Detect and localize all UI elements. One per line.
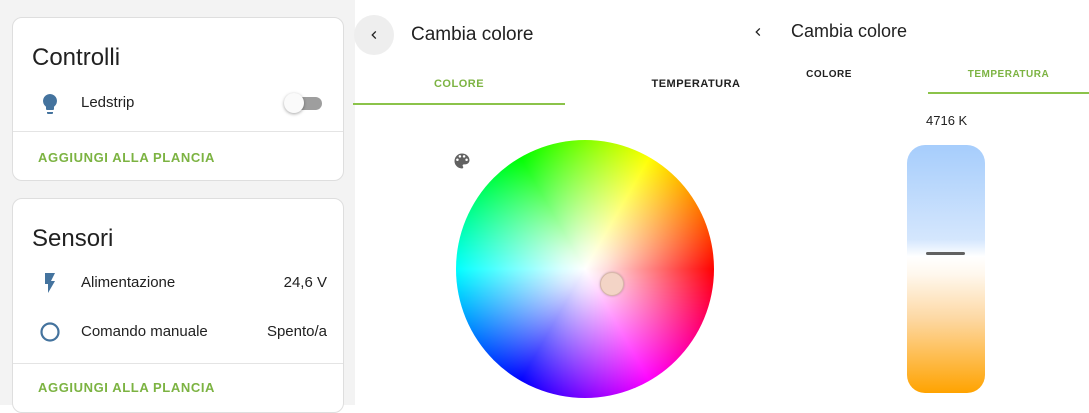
card-divider bbox=[13, 131, 343, 132]
color-wheel-handle[interactable] bbox=[600, 272, 624, 296]
tab-color[interactable]: COLORE bbox=[770, 69, 888, 80]
tab-temperature[interactable]: TEMPERATURA bbox=[928, 69, 1089, 80]
tab-color[interactable]: COLORE bbox=[353, 78, 565, 90]
circle-outline-icon[interactable] bbox=[38, 320, 62, 344]
sensor-value-power[interactable]: 24,6 V bbox=[284, 274, 327, 291]
toggle-thumb bbox=[284, 93, 304, 113]
add-to-dashboard-button[interactable]: AGGIUNGI ALLA PLANCIA bbox=[38, 380, 215, 395]
color-temperature-slider[interactable] bbox=[907, 145, 985, 393]
ledstrip-toggle[interactable] bbox=[284, 92, 324, 114]
temperature-slider-handle[interactable] bbox=[926, 252, 965, 255]
card-divider bbox=[13, 363, 343, 364]
palette-icon[interactable] bbox=[452, 151, 472, 171]
add-to-dashboard-button[interactable]: AGGIUNGI ALLA PLANCIA bbox=[38, 150, 215, 165]
tab-temperature[interactable]: TEMPERATURA bbox=[605, 78, 787, 90]
chevron-left-icon bbox=[371, 31, 377, 39]
temperature-readout: 4716 K bbox=[926, 113, 968, 128]
sensor-value-manual-command[interactable]: Spento/a bbox=[267, 323, 327, 340]
controls-card: Controlli Ledstrip AGGIUNGI ALLA PLANCIA bbox=[12, 17, 344, 181]
dialog-title: Cambia colore bbox=[791, 21, 908, 41]
flash-icon[interactable] bbox=[38, 271, 62, 295]
sensors-card: Sensori Alimentazione 24,6 V Comando man… bbox=[12, 198, 344, 413]
sensor-label-manual-command[interactable]: Comando manuale bbox=[81, 323, 208, 340]
active-tab-indicator bbox=[353, 103, 565, 105]
lightbulb-icon[interactable] bbox=[38, 92, 62, 116]
card-title: Sensori bbox=[32, 225, 114, 252]
color-wheel[interactable] bbox=[456, 140, 714, 398]
dialog-title: Cambia colore bbox=[411, 24, 534, 45]
sensor-label-power[interactable]: Alimentazione bbox=[81, 274, 175, 291]
card-title: Controlli bbox=[32, 44, 121, 71]
active-tab-indicator bbox=[928, 92, 1089, 94]
ledstrip-label[interactable]: Ledstrip bbox=[81, 94, 134, 111]
back-button[interactable] bbox=[748, 22, 768, 42]
back-button[interactable] bbox=[354, 15, 394, 55]
chevron-left-icon bbox=[755, 28, 761, 36]
